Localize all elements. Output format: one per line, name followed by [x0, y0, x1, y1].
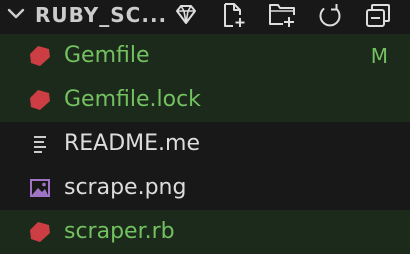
- project-title[interactable]: RUBY_SC...: [35, 3, 167, 27]
- explorer-header: RUBY_SC...: [0, 0, 410, 32]
- file-row-gemfile-lock[interactable]: Gemfile.lock: [0, 78, 410, 122]
- text-lines-icon: [28, 132, 52, 156]
- file-row-scraper-rb[interactable]: scraper.rb: [0, 210, 410, 254]
- file-name: scrape.png: [64, 175, 187, 200]
- file-name: README.me: [64, 131, 201, 156]
- file-name: Gemfile: [64, 43, 150, 68]
- ruby-icon: [28, 88, 52, 112]
- file-name: scraper.rb: [64, 219, 175, 244]
- file-row-gemfile[interactable]: Gemfile M: [0, 34, 410, 78]
- collapse-all-icon[interactable]: [363, 1, 393, 29]
- file-row-readme[interactable]: README.me: [0, 122, 410, 166]
- ruby-icon: [28, 44, 52, 68]
- file-list: Gemfile M Gemfile.lock README.me scrape.…: [0, 34, 410, 254]
- ruby-icon: [28, 220, 52, 244]
- new-file-icon[interactable]: [219, 1, 249, 29]
- file-row-scrape-png[interactable]: scrape.png: [0, 166, 410, 210]
- image-icon: [28, 176, 52, 200]
- file-name: Gemfile.lock: [64, 87, 201, 112]
- gem-icon[interactable]: [171, 1, 201, 29]
- refresh-icon[interactable]: [315, 1, 345, 29]
- new-folder-icon[interactable]: [267, 1, 297, 29]
- git-status-badge: M: [370, 44, 388, 68]
- chevron-down-icon[interactable]: [6, 6, 26, 22]
